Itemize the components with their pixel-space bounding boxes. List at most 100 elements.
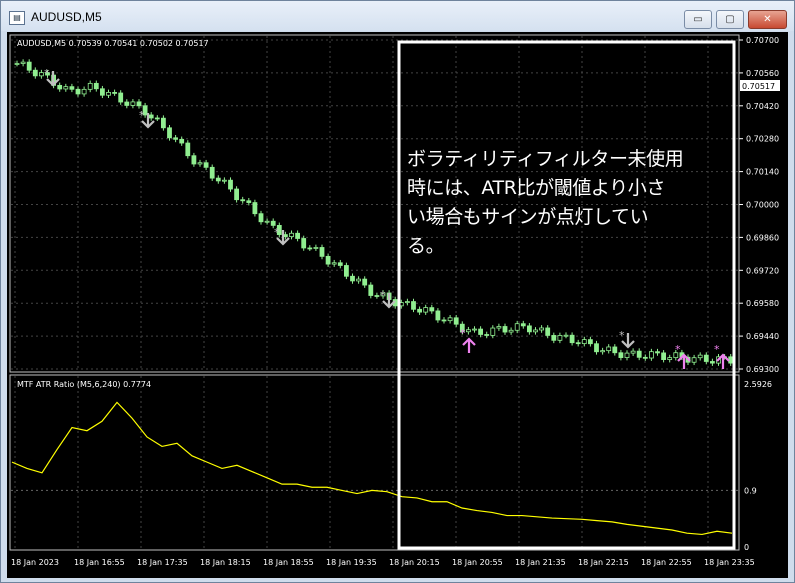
candle-body xyxy=(636,350,642,358)
candle-body xyxy=(81,88,87,95)
candle-body xyxy=(337,262,343,266)
candle-body xyxy=(624,352,630,358)
price-tick-label: 0.69580 xyxy=(746,299,779,308)
candle-body xyxy=(39,72,44,77)
candle-body xyxy=(325,255,331,265)
candle-body xyxy=(106,92,111,96)
annotation-line-3: い場合もサインが点灯してい xyxy=(407,206,649,228)
chart-window: ▤ AUDUSD,M5 ▭ ▢ ✕ * * * * * * * * AUDUSD,M5 0.7… xyxy=(0,0,795,583)
price-header: AUDUSD,M5 0.70539 0.70541 0.70502 0.7051… xyxy=(17,39,209,48)
candle-body xyxy=(703,354,709,362)
candle-body xyxy=(661,352,666,360)
candle-body xyxy=(520,323,526,327)
close-button[interactable]: ✕ xyxy=(748,10,787,29)
candle-body xyxy=(246,200,252,203)
candle-body xyxy=(435,310,441,321)
candle-body xyxy=(557,335,563,341)
candle-body xyxy=(197,162,203,165)
candle-body xyxy=(447,317,453,322)
candle-body xyxy=(154,117,160,120)
candle-body xyxy=(331,262,337,265)
candle-body xyxy=(307,247,313,250)
candle-body xyxy=(100,88,105,96)
price-tick-label: 0.69860 xyxy=(746,233,779,242)
indicator-header: MTF ATR Ratio (M5,6,240) 0.7774 xyxy=(17,380,151,389)
candle-body xyxy=(295,232,301,239)
candle-body xyxy=(289,232,294,238)
candle-body xyxy=(362,278,368,286)
candle-body xyxy=(374,295,380,297)
candle-body xyxy=(508,329,514,333)
time-tick-label: 18 Jan 16:55 xyxy=(74,558,125,567)
candle-body xyxy=(411,301,416,310)
candle-body xyxy=(465,329,471,333)
candle-body xyxy=(618,352,624,358)
candle-body xyxy=(191,155,197,165)
chart-area[interactable]: * * * * * * * * AUDUSD,M5 0.70539 0.70541 0.705… xyxy=(7,32,788,578)
candle-body xyxy=(26,61,32,71)
signal-star-icon: * xyxy=(380,289,386,302)
price-tick-label: 0.70560 xyxy=(746,69,779,78)
candle-body xyxy=(490,327,496,336)
annotation-line-4: る。 xyxy=(407,235,445,257)
candle-body xyxy=(20,61,26,64)
candle-body xyxy=(124,101,130,106)
price-tick-label: 0.69300 xyxy=(746,365,779,374)
candle-body xyxy=(423,307,429,313)
candle-body xyxy=(167,127,172,139)
candle-body xyxy=(667,357,673,360)
candle-body xyxy=(600,350,605,353)
candle-body xyxy=(630,350,636,354)
candle-body xyxy=(502,326,508,333)
candle-body xyxy=(93,82,99,90)
candle-body xyxy=(313,247,319,249)
candle-body xyxy=(14,63,20,65)
candle-body xyxy=(264,220,270,223)
candle-body xyxy=(173,137,179,140)
time-tick-label: 18 Jan 19:35 xyxy=(326,558,377,567)
candle-body xyxy=(130,101,136,106)
candle-body xyxy=(588,339,593,345)
minimize-button[interactable]: ▭ xyxy=(684,10,712,29)
signal-star-icon: * xyxy=(274,226,280,239)
annotation-box xyxy=(397,40,736,550)
maximize-button[interactable]: ▢ xyxy=(716,10,744,29)
candle-body xyxy=(478,328,484,335)
time-tick-label: 18 Jan 20:55 xyxy=(452,558,503,567)
time-tick-label: 18 Jan 18:55 xyxy=(263,558,314,567)
candle-body xyxy=(441,319,447,322)
title-bar[interactable]: ▤ AUDUSD,M5 ▭ ▢ ✕ xyxy=(1,1,794,31)
candle-body xyxy=(319,247,325,257)
candle-body xyxy=(697,354,703,359)
signal-star-icon: * xyxy=(139,109,145,122)
candle-body xyxy=(368,284,374,296)
indicator-panel-frame xyxy=(9,374,740,551)
candle-body xyxy=(594,343,599,353)
candle-body xyxy=(710,361,715,364)
candle-body xyxy=(527,325,532,333)
signal-star-icon: * xyxy=(44,67,50,80)
candle-body xyxy=(252,202,258,215)
time-tick-label: 18 Jan 23:35 xyxy=(704,558,755,567)
signal-star-icon: * xyxy=(619,329,625,342)
candle-body xyxy=(472,328,477,331)
chart-canvas[interactable]: * * * * * * * * AUDUSD,M5 0.70539 0.70541 0.705… xyxy=(7,32,788,578)
candle-body xyxy=(350,275,355,282)
candle-body xyxy=(203,162,209,168)
price-tick-label: 0.70000 xyxy=(746,201,779,210)
atr-ratio-line xyxy=(11,401,733,536)
candle-body xyxy=(539,327,544,331)
candle-body xyxy=(514,323,520,331)
grid xyxy=(11,36,738,549)
time-tick-label: 18 Jan 20:15 xyxy=(389,558,440,567)
candle-body xyxy=(136,101,142,107)
candle-body xyxy=(234,188,240,201)
candle-body xyxy=(581,339,587,345)
candle-body xyxy=(575,342,581,345)
candle-body xyxy=(221,179,227,182)
price-tick-label: 0.70280 xyxy=(746,135,779,144)
candle-body xyxy=(228,179,233,190)
candle-body xyxy=(606,346,612,352)
time-tick-label: 18 Jan 22:15 xyxy=(578,558,629,567)
candle-body xyxy=(87,82,93,90)
